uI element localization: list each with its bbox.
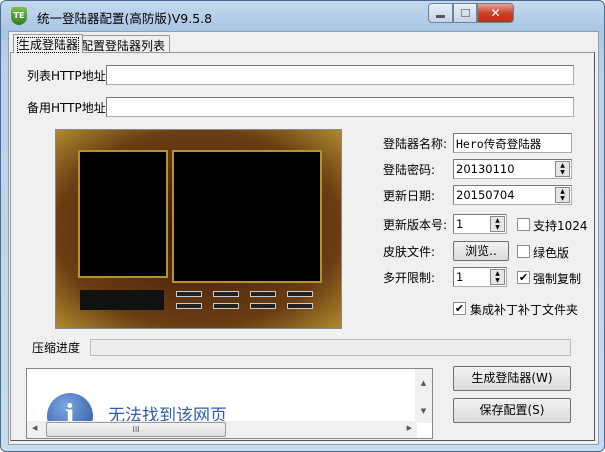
tab-label: 生成登陆器 <box>16 37 80 53</box>
tab-label: 配置登陆器列表 <box>81 39 166 53</box>
client-area: 生成登陆器 配置登陆器列表 列表HTTP地址 备用HTTP地址 登陆器名称: H… <box>8 31 599 445</box>
window-title: 统一登陆器配置(高防版)V9.5.8 <box>37 11 213 26</box>
scroll-thumb[interactable]: III <box>46 422 226 437</box>
browse-button[interactable]: 浏览.. <box>453 241 509 261</box>
scroll-right-icon[interactable]: ▶ <box>407 424 412 432</box>
preview-panel-right <box>172 150 322 283</box>
multi-value: 1 <box>456 270 464 284</box>
support1024-checkbox[interactable] <box>517 218 530 231</box>
save-config-button[interactable]: 保存配置(S) <box>453 398 571 423</box>
minimize-button[interactable] <box>428 3 453 23</box>
list-http-label: 列表HTTP地址 <box>27 69 106 83</box>
force-copy-checkbox[interactable]: ✔ <box>517 271 530 284</box>
web-browser-view[interactable]: i 无法找到该网页 ▲ ▼ ◀ III ▶ <box>26 368 433 439</box>
list-http-input[interactable] <box>106 65 574 85</box>
generate-button[interactable]: 生成登陆器(W) <box>453 366 571 391</box>
password-label: 登陆密码: <box>383 163 436 177</box>
name-label: 登陆器名称: <box>383 137 448 151</box>
update-date-input[interactable]: 20150704 ▲ ▼ <box>453 185 572 205</box>
version-value: 1 <box>456 217 464 231</box>
vertical-scrollbar[interactable]: ▲ ▼ <box>415 369 432 423</box>
close-icon: ✕ <box>490 6 501 20</box>
version-label: 更新版本号: <box>383 218 448 232</box>
backup-http-input[interactable] <box>106 97 574 117</box>
force-copy-label: 强制复制 <box>533 272 582 286</box>
preview-status <box>80 290 164 310</box>
close-button[interactable]: ✕ <box>477 3 514 23</box>
tab-config-list[interactable]: 配置登陆器列表 <box>76 35 171 53</box>
patch-label: 集成补丁补丁文件夹 <box>470 303 579 317</box>
support1024-label: 支持1024 <box>533 219 588 233</box>
multi-spinner[interactable]: ▲ ▼ <box>490 269 505 285</box>
password-value: 20130110 <box>456 162 515 176</box>
progress-label: 压缩进度 <box>32 341 81 355</box>
minimize-icon <box>436 15 445 18</box>
compress-progress-bar <box>90 339 571 356</box>
green-checkbox[interactable] <box>517 245 530 258</box>
maximize-button[interactable] <box>453 3 477 23</box>
horizontal-scrollbar[interactable]: ◀ III ▶ <box>27 421 417 438</box>
patch-checkbox[interactable]: ✔ <box>453 302 466 315</box>
skin-label: 皮肤文件: <box>383 245 436 259</box>
app-logo-icon: TE <box>11 7 27 25</box>
preview-panel-left <box>78 150 168 278</box>
update-date-spinner[interactable]: ▲ ▼ <box>555 187 570 203</box>
app-window: TE 统一登陆器配置(高防版)V9.5.8 ✕ 生成登陆器 配置登陆器列表 列表… <box>0 0 605 452</box>
scroll-left-icon[interactable]: ◀ <box>32 424 37 432</box>
multi-label: 多开限制: <box>383 271 436 285</box>
password-spinner[interactable]: ▲ ▼ <box>555 161 570 177</box>
multi-input[interactable]: 1 ▲ ▼ <box>453 267 507 287</box>
tab-generate[interactable]: 生成登陆器 <box>13 34 84 53</box>
update-date-value: 20150704 <box>456 188 515 202</box>
backup-http-label: 备用HTTP地址 <box>27 101 106 115</box>
password-input[interactable]: 20130110 ▲ ▼ <box>453 159 572 179</box>
maximize-icon <box>460 9 470 17</box>
tab-panel: 列表HTTP地址 备用HTTP地址 登陆器名称: Hero传奇登陆器 登陆密码:… <box>10 52 595 441</box>
update-date-label: 更新日期: <box>383 189 436 203</box>
version-input[interactable]: 1 ▲ ▼ <box>453 214 507 234</box>
name-input[interactable]: Hero传奇登陆器 <box>453 133 572 153</box>
version-spinner[interactable]: ▲ ▼ <box>490 216 505 232</box>
green-label: 绿色版 <box>533 246 570 260</box>
skin-preview-image <box>55 129 342 329</box>
